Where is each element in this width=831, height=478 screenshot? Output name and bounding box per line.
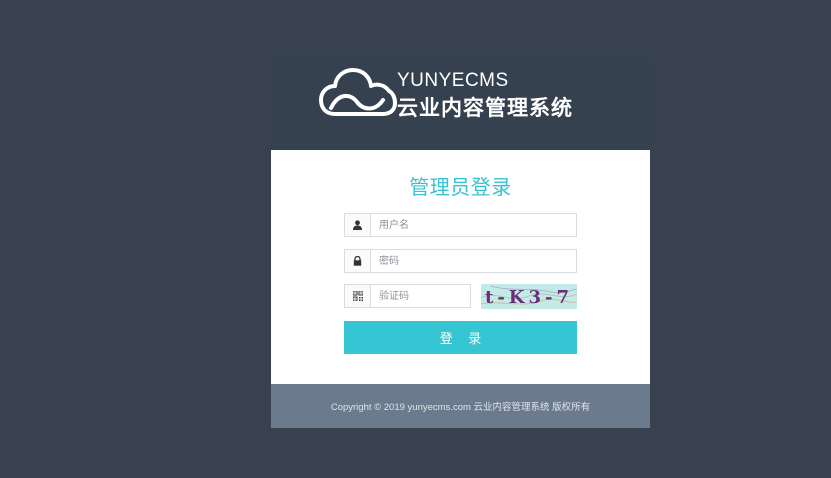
copyright-text: Copyright © 2019 yunyecms.com 云业内容管理系统 版… [330, 402, 591, 413]
captcha-field-group [344, 284, 471, 308]
username-input[interactable] [371, 214, 576, 236]
user-icon [345, 214, 371, 236]
captcha-image[interactable]: t-K3-7 [481, 284, 577, 309]
brand-header: YUNYECMS 云业内容管理系统 [271, 58, 650, 150]
logo: YUNYECMS 云业内容管理系统 [317, 62, 607, 122]
login-title: 管理员登录 [409, 177, 512, 199]
lock-icon [345, 250, 371, 272]
captcha-input[interactable] [371, 285, 470, 307]
brand-name-en: YUNYECMS [397, 70, 509, 91]
login-button[interactable]: 登 录 [344, 321, 577, 354]
qrcode-icon [345, 285, 371, 307]
password-field-group [344, 249, 577, 273]
cloud-icon [319, 68, 397, 116]
password-input[interactable] [371, 250, 576, 272]
username-field-group [344, 213, 577, 237]
footer: Copyright © 2019 yunyecms.com 云业内容管理系统 版… [271, 384, 650, 428]
login-card: 管理员登录 用户名 验证码 t-K3-7 登 录 [271, 150, 650, 384]
captcha-text: t-K3-7 [485, 287, 573, 308]
login-panel: YUNYECMS 云业内容管理系统 管理员登录 用户名 验证码 t-K3-7 登… [271, 58, 650, 428]
brand-name-cn: 云业内容管理系统 [397, 97, 573, 120]
